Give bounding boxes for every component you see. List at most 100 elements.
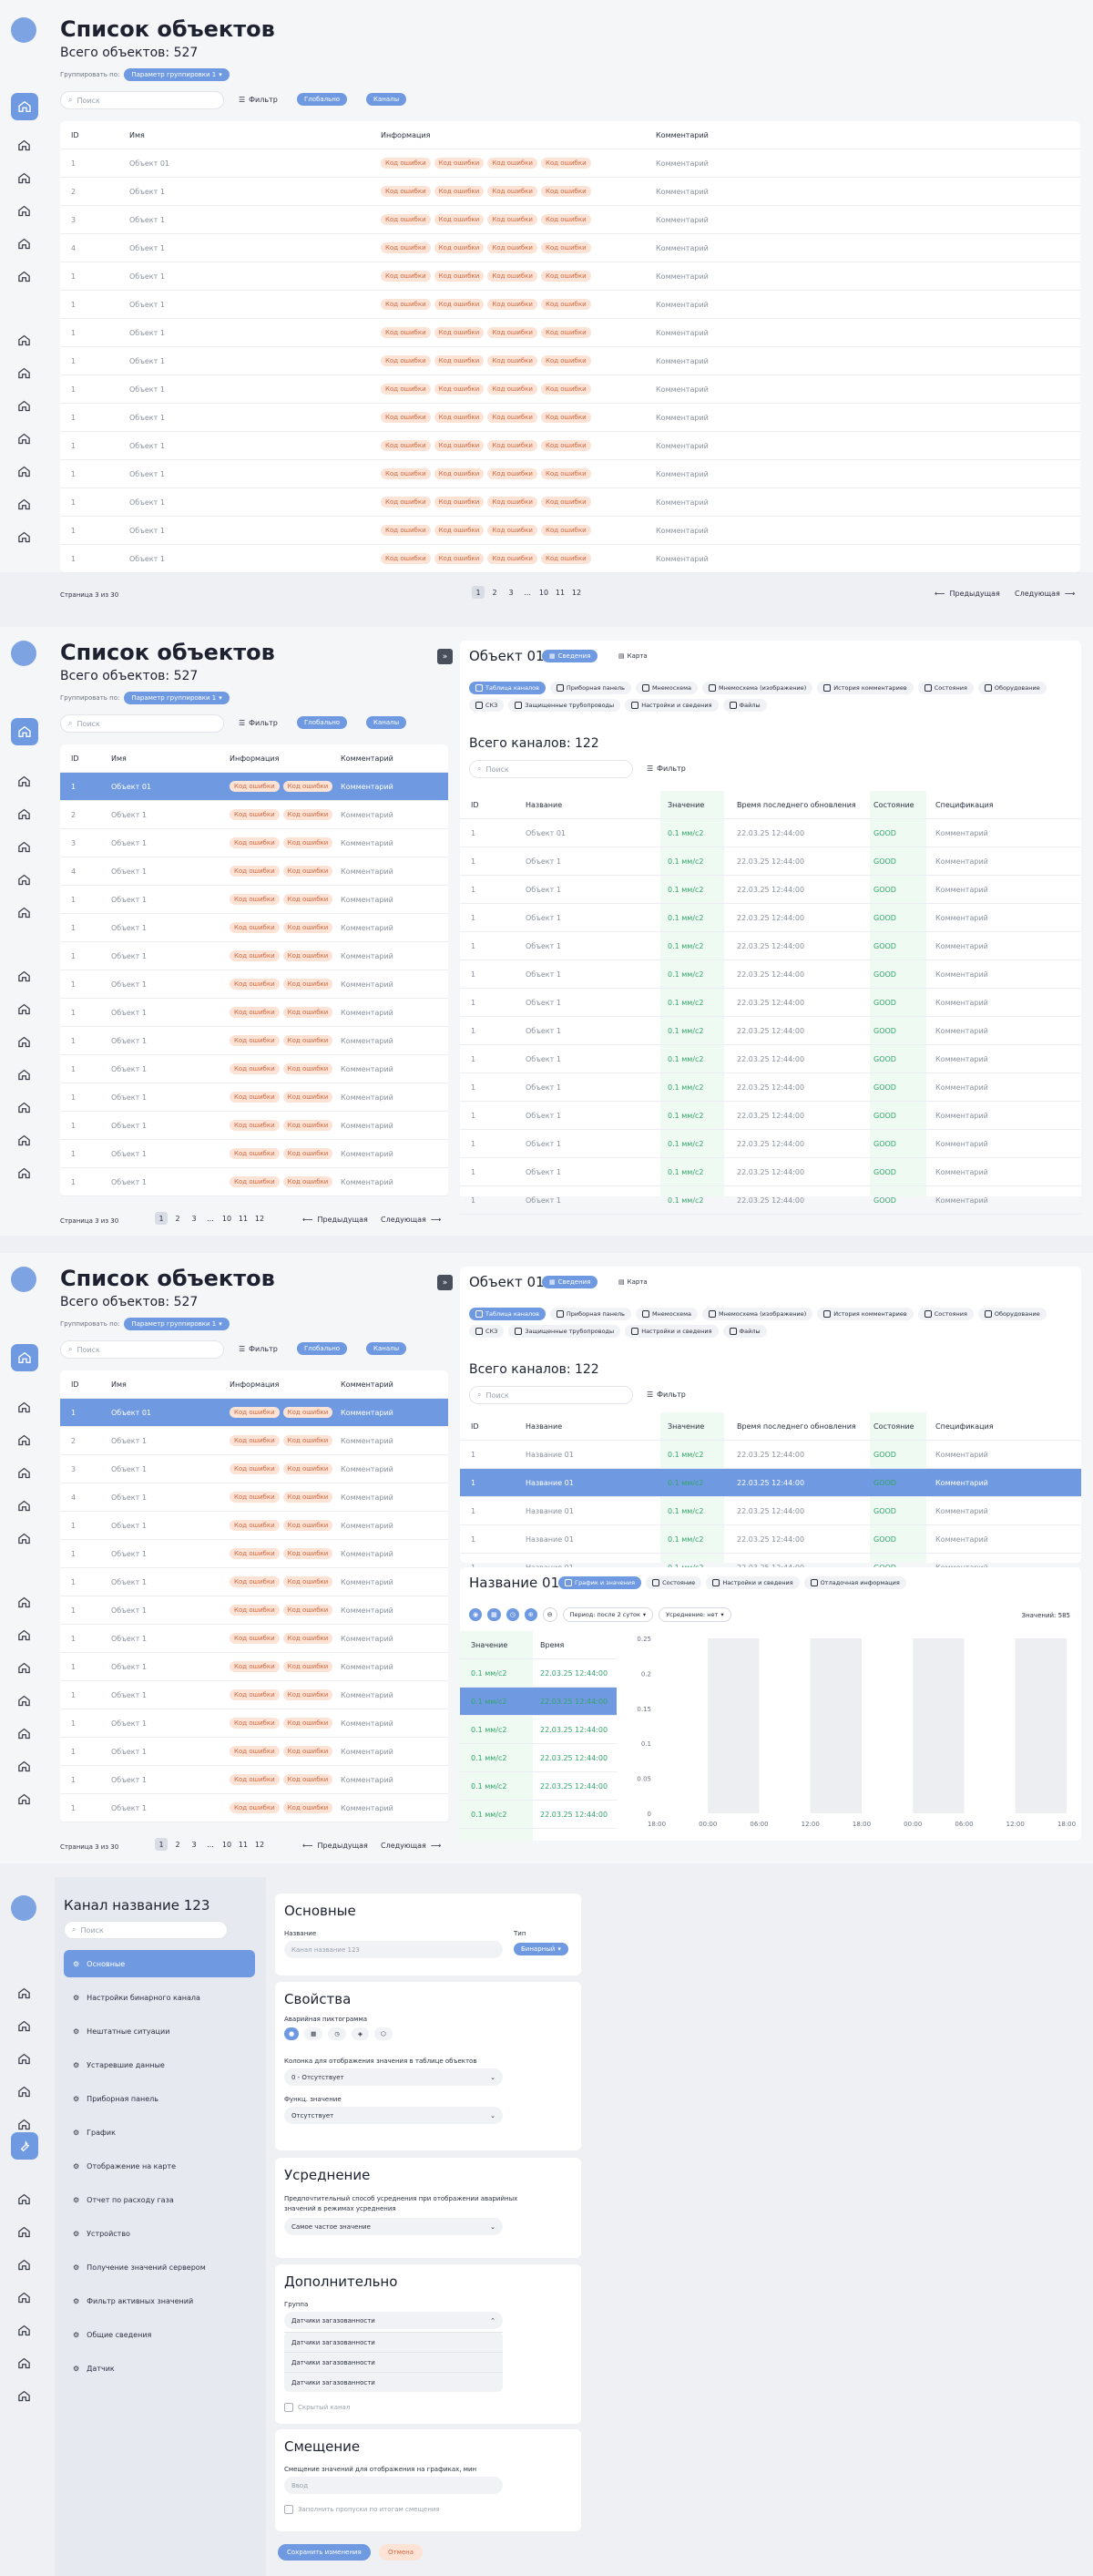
fill-checkbox[interactable]: Заполнить пропуски по итогам смещения xyxy=(284,2505,440,2514)
page-11[interactable]: 11 xyxy=(554,586,567,599)
home-icon[interactable] xyxy=(17,1727,31,1740)
tab-map[interactable]: ▤ Карта xyxy=(611,1276,655,1288)
page-11[interactable]: 11 xyxy=(237,1838,250,1851)
table-row[interactable]: 1 Объект 1 Код ошибки Код ошибки Комментарий xyxy=(60,1112,448,1140)
home-icon[interactable] xyxy=(17,2258,31,2272)
home-icon[interactable] xyxy=(17,1694,31,1708)
home-icon[interactable] xyxy=(17,334,31,347)
subtab[interactable]: Таблица каналов xyxy=(469,1308,546,1320)
subtab[interactable]: История комментариев xyxy=(817,1308,914,1320)
subtab[interactable]: Мнемосхема xyxy=(635,682,698,694)
alarm-icon-3[interactable]: ◷ xyxy=(328,2027,346,2040)
home-icon[interactable] xyxy=(11,93,38,120)
func-select[interactable]: Отсутствует ⌄ xyxy=(284,2107,503,2124)
channel-row[interactable]: 1 Объект 1 0.1 мм/с2 22.03.25 12:44:00 GOOD К… xyxy=(460,904,1081,932)
home-icon[interactable] xyxy=(17,139,31,152)
subtab[interactable]: Мнемосхема xyxy=(635,1308,698,1320)
table-row[interactable]: 1 Объект 1 Код ошибки Код ошибки Код ошибки К… xyxy=(60,460,1080,488)
table-row[interactable]: 1 Объект 1 Код ошибки Код ошибки Комментарий xyxy=(60,1681,448,1709)
type-select[interactable]: Бинарный ▾ xyxy=(514,1943,568,1955)
channel-tab[interactable]: Настройки и сведения xyxy=(706,1576,800,1589)
page-3[interactable]: 3 xyxy=(505,586,517,599)
table-row[interactable]: 1 Объект 1 Код ошибки Код ошибки Комментарий xyxy=(60,1055,448,1083)
table-row[interactable]: 1 Объект 1 Код ошибки Код ошибки Комментарий xyxy=(60,886,448,914)
next-page[interactable]: Следующая ⟶ xyxy=(1015,590,1075,598)
home-icon[interactable] xyxy=(17,2085,31,2099)
settings-menu-item[interactable]: ⚙ Устройство xyxy=(64,2220,255,2247)
home-icon[interactable] xyxy=(17,1628,31,1642)
value-row[interactable]: 0.1 мм/с2 22.03.25 12:44:00 xyxy=(460,1772,617,1801)
channel-row[interactable]: 1 Название 01 0.1 мм/с2 22.03.25 12:44:00 GO… xyxy=(460,1525,1081,1554)
value-row[interactable]: 0.1 мм/с2 22.03.25 12:44:00 xyxy=(460,1688,617,1716)
table-row[interactable]: 1 Объект 1 Код ошибки Код ошибки Комментарий xyxy=(60,1738,448,1766)
chip-channels[interactable]: Каналы xyxy=(366,716,407,729)
channel-row[interactable]: 1 Объект 1 0.1 мм/с2 22.03.25 12:44:00 GOOD К… xyxy=(460,847,1081,876)
home-icon[interactable] xyxy=(17,2225,31,2239)
home-icon[interactable] xyxy=(17,906,31,919)
table-row[interactable]: 1 Объект 1 Код ошибки Код ошибки Комментарий xyxy=(60,1625,448,1653)
save-button[interactable]: Сохранить изменения xyxy=(278,2544,371,2561)
home-icon[interactable] xyxy=(11,1344,38,1371)
table-row[interactable]: 1 Объект 1 Код ошибки Код ошибки Код ошибки К… xyxy=(60,432,1080,460)
subtab[interactable]: Защищенные трубопроводы xyxy=(508,1325,621,1338)
channel-row[interactable]: 1 Объект 1 0.1 мм/с2 22.03.25 12:44:00 GOOD К… xyxy=(460,960,1081,989)
group-select[interactable]: Датчики загазованности ⌃ xyxy=(284,2312,503,2329)
avg-select[interactable]: Усреднение: нет ▾ xyxy=(659,1607,731,1622)
shift-input[interactable]: Ввод xyxy=(284,2477,503,2494)
table-row[interactable]: 1 Объект 1 Код ошибки Код ошибки Комментарий xyxy=(60,999,448,1027)
home-icon[interactable] xyxy=(17,465,31,478)
settings-menu-item[interactable]: ⚙ Датчик xyxy=(64,2355,255,2382)
avatar[interactable] xyxy=(11,17,36,43)
chip-global[interactable]: Глобально xyxy=(297,1342,348,1355)
home-icon[interactable] xyxy=(17,2291,31,2304)
home-icon[interactable] xyxy=(17,2019,31,2033)
home-icon[interactable] xyxy=(17,775,31,788)
channel-row[interactable]: 1 Объект 1 0.1 мм/с2 22.03.25 12:44:00 GOOD К… xyxy=(460,1186,1081,1215)
avatar[interactable] xyxy=(11,1895,36,1921)
chip-channels[interactable]: Каналы xyxy=(366,1342,407,1355)
chip-channels[interactable]: Каналы xyxy=(366,93,407,106)
table-row[interactable]: 3 Объект 1 Код ошибки Код ошибки Комментарий xyxy=(60,1455,448,1483)
home-icon[interactable] xyxy=(17,2118,31,2131)
table-row[interactable]: 4 Объект 1 Код ошибки Код ошибки Комментарий xyxy=(60,857,448,886)
page-11[interactable]: 11 xyxy=(237,1212,250,1225)
home-icon[interactable] xyxy=(17,498,31,511)
home-icon[interactable] xyxy=(17,270,31,283)
group-option[interactable]: Датчики загазованности xyxy=(284,2352,503,2372)
channel-row[interactable]: 1 Название 01 0.1 мм/с2 22.03.25 12:44:00 GO… xyxy=(460,1469,1081,1497)
settings-menu-item[interactable]: ⚙ Отчет по расходу газа xyxy=(64,2186,255,2213)
table-row[interactable]: 1 Объект 1 Код ошибки Код ошибки Код ошибки К… xyxy=(60,545,1080,573)
home-icon[interactable] xyxy=(17,1596,31,1609)
page-2[interactable]: 2 xyxy=(171,1838,184,1851)
settings-menu-item[interactable]: ⚙ Устаревшие данные xyxy=(64,2051,255,2078)
page-1[interactable]: 1 xyxy=(155,1212,168,1225)
page-12[interactable]: 12 xyxy=(253,1212,266,1225)
table-row[interactable]: 1 Объект 1 Код ошибки Код ошибки Код ошибки К… xyxy=(60,488,1080,517)
tab-info[interactable]: ▦ Сведения xyxy=(542,1276,598,1288)
channel-row[interactable]: 1 Название 01 0.1 мм/с2 22.03.25 12:44:00 GO… xyxy=(460,1497,1081,1525)
subtab[interactable]: Оборудование xyxy=(977,1308,1047,1320)
tool-icon-4[interactable]: ⊕ xyxy=(524,1608,537,1621)
home-icon[interactable] xyxy=(17,1002,31,1016)
subtab[interactable]: Состояния xyxy=(917,682,974,694)
value-row[interactable]: 0.1 мм/с2 22.03.25 12:44:00 xyxy=(460,1801,617,1829)
collapse-panel-button[interactable]: » xyxy=(437,649,453,664)
settings-menu-item[interactable]: ⚙ Основные xyxy=(64,1950,255,1977)
settings-menu-item[interactable]: ⚙ Отображение на карте xyxy=(64,2152,255,2180)
page-10[interactable]: 10 xyxy=(220,1212,233,1225)
home-icon[interactable] xyxy=(17,1101,31,1114)
table-row[interactable]: 1 Объект 01 Код ошибки Код ошибки Комментари… xyxy=(60,1399,448,1427)
channel-row[interactable]: 1 Объект 1 0.1 мм/с2 22.03.25 12:44:00 GOOD К… xyxy=(460,1073,1081,1102)
table-row[interactable]: 4 Объект 1 Код ошибки Код ошибки Комментарий xyxy=(60,1483,448,1512)
group-option[interactable]: Датчики загазованности xyxy=(284,2332,503,2352)
subtab[interactable]: СКЗ xyxy=(469,1325,505,1338)
alarm-icon-5[interactable]: ⬡ xyxy=(373,2027,393,2040)
table-row[interactable]: 1 Объект 1 Код ошибки Код ошибки Комментарий xyxy=(60,1027,448,1055)
table-row[interactable]: 1 Объект 1 Код ошибки Код ошибки Комментарий xyxy=(60,1596,448,1625)
home-icon[interactable] xyxy=(17,1986,31,2000)
home-icon[interactable] xyxy=(17,1661,31,1675)
tab-info[interactable]: ▦ Сведения xyxy=(542,650,598,662)
settings-menu-item[interactable]: ⚙ Получение значений сервером xyxy=(64,2253,255,2281)
value-row[interactable]: 0.1 мм/с2 22.03.25 12:44:00 xyxy=(460,1659,617,1688)
subtab[interactable]: Приборная панель xyxy=(549,1308,631,1320)
